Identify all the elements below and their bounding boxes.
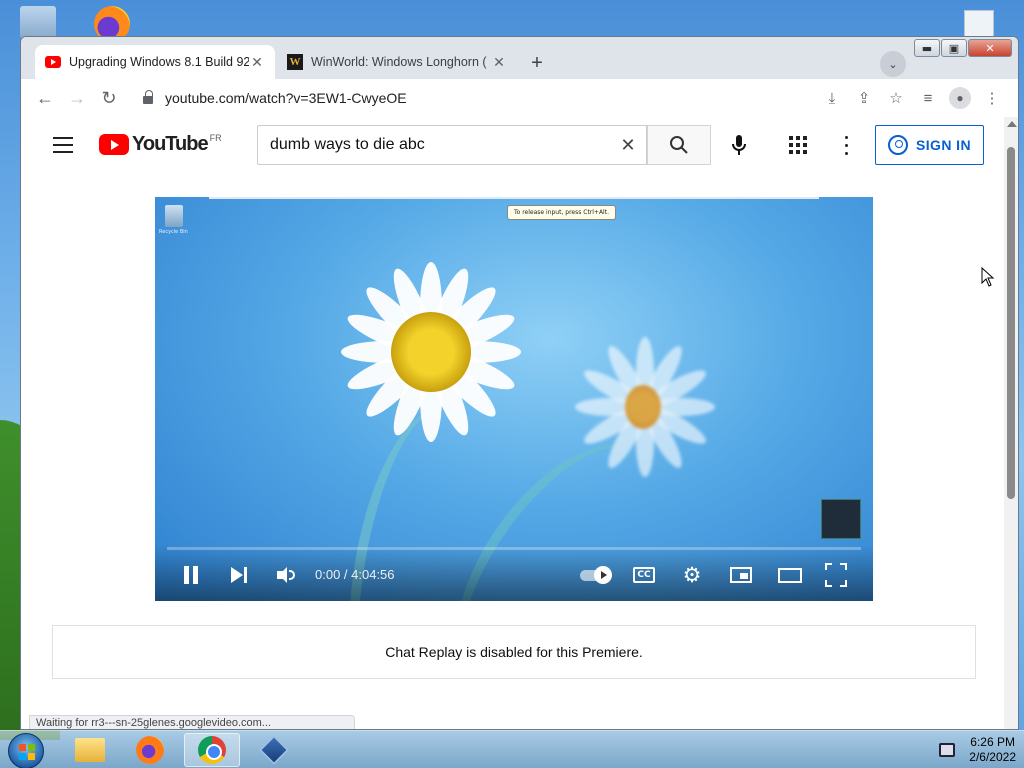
youtube-icon [45, 56, 61, 68]
lock-icon[interactable] [143, 90, 153, 104]
share-icon[interactable]: ⇪ [848, 84, 880, 112]
minimize-button[interactable]: ▬ [914, 39, 940, 57]
next-button[interactable] [229, 563, 249, 587]
scroll-thumb[interactable] [1007, 147, 1015, 499]
tab-label: Upgrading Windows 8.1 Build 92 [69, 55, 249, 69]
vm-input-tooltip: To release input, press Ctrl+Alt. [507, 205, 616, 220]
windows-taskbar: 6:26 PM 2/6/2022 [0, 730, 1024, 768]
mouse-cursor-icon [981, 267, 995, 287]
search-icon [670, 136, 688, 154]
firefox-icon [136, 736, 164, 764]
youtube-logo-text: YouTube [132, 133, 209, 155]
tab-close-icon[interactable]: ✕ [491, 54, 507, 71]
youtube-header: YouTube FR dumb ways to die abc ✕ SIGN I… [21, 117, 1001, 173]
video-player[interactable]: Recycle Bin To release input, press Ctrl… [155, 197, 873, 601]
network-icon[interactable] [939, 743, 956, 757]
voice-search-button[interactable] [727, 131, 751, 159]
progress-bar[interactable] [167, 547, 861, 550]
tab-youtube[interactable]: Upgrading Windows 8.1 Build 92 ✕ [35, 45, 275, 79]
chrome-window: Upgrading Windows 8.1 Build 92 ✕ W WinWo… [20, 36, 1019, 730]
virtualbox-icon [259, 735, 289, 765]
clear-search-icon[interactable]: ✕ [610, 135, 646, 156]
chrome-menu-icon[interactable]: ⋮ [976, 84, 1008, 112]
taskbar-chrome[interactable] [184, 733, 240, 767]
autoplay-toggle[interactable] [577, 563, 612, 587]
reload-button[interactable]: ↻ [95, 84, 123, 112]
windows-logo-icon [19, 744, 35, 760]
install-app-icon[interactable]: ⤓ [816, 84, 848, 112]
window-controls: ▬ ▣ ✕ [914, 39, 1012, 57]
bookmark-star-icon[interactable]: ☆ [880, 84, 912, 112]
new-tab-button[interactable]: + [525, 51, 549, 75]
maximize-button[interactable]: ▣ [941, 39, 967, 57]
chrome-icon [198, 736, 226, 764]
search-query: dumb ways to die abc [270, 136, 425, 153]
pause-button[interactable] [181, 563, 201, 587]
youtube-logo-icon [99, 134, 129, 155]
clock-time: 6:26 PM [970, 735, 1015, 749]
folder-icon [75, 738, 105, 762]
guide-menu-icon[interactable] [53, 137, 73, 153]
clock-date: 2/6/2022 [969, 750, 1016, 764]
vm-watermark-logo [821, 499, 861, 539]
apps-grid-icon[interactable] [787, 134, 809, 156]
scroll-up-arrow[interactable] [1007, 121, 1017, 127]
tab-search-button[interactable]: ⌄ [880, 51, 906, 77]
profile-button[interactable]: ● [944, 84, 976, 112]
clock[interactable]: 6:26 PM 2/6/2022 [969, 735, 1016, 765]
chat-replay-message: Chat Replay is disabled for this Premier… [385, 644, 643, 660]
winworld-icon: W [287, 54, 303, 70]
miniplayer-button[interactable] [729, 563, 753, 587]
media-control-icon[interactable]: ≡ [912, 84, 944, 112]
youtube-page: YouTube FR dumb ways to die abc ✕ SIGN I… [21, 117, 1018, 729]
page-scrollbar[interactable] [1004, 117, 1018, 729]
taskbar-file-explorer[interactable] [62, 733, 118, 767]
account-circle-icon [888, 135, 909, 155]
tab-winworld[interactable]: W WinWorld: Windows Longhorn ( ✕ [277, 45, 517, 79]
vm-recycle-bin-icon [165, 205, 183, 227]
chat-replay-notice: Chat Replay is disabled for this Premier… [52, 625, 976, 679]
tab-close-icon[interactable]: ✕ [249, 54, 265, 71]
theater-mode-button[interactable] [777, 563, 803, 587]
start-button[interactable] [8, 733, 44, 768]
status-bubble: Waiting for rr3---sn-25glenes.googlevide… [29, 715, 355, 729]
captions-button[interactable]: CC [633, 563, 655, 587]
fullscreen-button[interactable] [825, 563, 847, 587]
taskbar-virtualbox[interactable] [246, 733, 302, 767]
settings-more-icon[interactable] [841, 133, 851, 157]
country-code: FR [209, 132, 222, 143]
close-button[interactable]: ✕ [968, 39, 1012, 57]
url-text: youtube.com/watch?v=3EW1-CwyeOE [165, 90, 407, 106]
search-input[interactable]: dumb ways to die abc ✕ [257, 125, 647, 165]
browser-toolbar: ← → ↻ youtube.com/watch?v=3EW1-CwyeOE ⤓ … [21, 79, 1018, 117]
vm-toolbar-strip [209, 197, 819, 199]
microphone-icon [732, 135, 746, 155]
tab-label: WinWorld: Windows Longhorn ( [311, 55, 487, 69]
tab-strip: Upgrading Windows 8.1 Build 92 ✕ W WinWo… [21, 37, 1018, 79]
back-button[interactable]: ← [31, 84, 59, 112]
sign-in-label: SIGN IN [916, 137, 971, 153]
taskbar-firefox[interactable] [122, 733, 178, 767]
sign-in-button[interactable]: SIGN IN [875, 125, 984, 165]
forward-button[interactable]: → [63, 84, 91, 112]
address-bar[interactable]: youtube.com/watch?v=3EW1-CwyeOE [135, 83, 808, 113]
youtube-logo[interactable]: YouTube FR [99, 133, 222, 156]
time-display: 0:00 / 4:04:56 [315, 567, 395, 582]
profile-avatar-icon: ● [949, 87, 971, 109]
search-button[interactable] [647, 125, 711, 165]
captions-label: CC [633, 567, 655, 583]
settings-gear-icon[interactable]: ⚙ [681, 563, 703, 587]
vm-recycle-bin-label: Recycle Bin [159, 229, 188, 235]
player-controls: 0:00 / 4:04:56 CC ⚙ [155, 545, 873, 601]
system-tray: 6:26 PM 2/6/2022 [939, 733, 1016, 767]
volume-icon[interactable] [275, 563, 297, 587]
